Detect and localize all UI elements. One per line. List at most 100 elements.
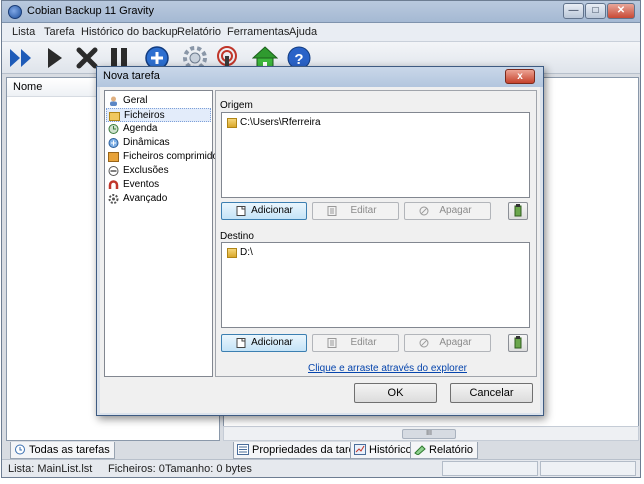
nav-label-dynamics: Dinâmicas: [123, 137, 170, 148]
destination-edit-label: Editar: [350, 337, 377, 348]
destination-tool-button[interactable]: [508, 334, 528, 352]
status-bar: Lista: MainList.lst Ficheiros: 0 Tamanho…: [2, 459, 640, 477]
dialog-body: Geral Ficheiros Agenda Dinâmicas Ficheir…: [100, 87, 540, 413]
dialog-title-bar[interactable]: Nova tarefa x: [97, 67, 543, 87]
history-icon: [354, 444, 366, 455]
delete-icon: [419, 206, 429, 216]
source-item-path: C:\Users\Rferreira: [240, 117, 321, 128]
nav-label-compressed-files: Ficheiros comprimidos: [123, 151, 224, 162]
nav-label-exclusions: Exclusões: [123, 165, 169, 176]
menu-lista[interactable]: Lista: [12, 26, 35, 38]
new-file-icon: [236, 206, 246, 216]
folder-icon: [227, 248, 237, 258]
title-bar[interactable]: Cobian Backup 11 Gravity — □ ✕: [2, 1, 640, 23]
nav-item-schedule[interactable]: Agenda: [106, 122, 211, 136]
window-title: Cobian Backup 11 Gravity: [27, 5, 154, 17]
menu-tarefa[interactable]: Tarefa: [44, 26, 75, 38]
status-size: Tamanho: 0 bytes: [165, 463, 252, 475]
source-add-button[interactable]: Adicionar: [221, 202, 307, 220]
nav-item-general[interactable]: Geral: [106, 94, 211, 108]
tab-all-tasks-label: Todas as tarefas: [29, 444, 110, 456]
new-task-dialog: Nova tarefa x Geral Ficheiros Agenda Din…: [96, 66, 544, 416]
run-all-icon[interactable]: [8, 45, 34, 71]
status-panel-1: [442, 461, 538, 476]
source-tool-button[interactable]: [508, 202, 528, 220]
nav-label-events: Eventos: [123, 179, 160, 190]
edit-icon: [327, 338, 337, 348]
left-tabs: Todas as tarefas: [6, 442, 220, 459]
tab-task-properties[interactable]: Propriedades da tarefa: [233, 442, 369, 459]
status-list: Lista: MainList.lst: [8, 463, 93, 475]
application: Cobian Backup 11 Gravity — □ ✕ Lista Tar…: [0, 0, 644, 484]
nav-item-compressed-files[interactable]: Ficheiros comprimidos: [106, 150, 223, 164]
menu-ferramentas[interactable]: Ferramentas: [227, 26, 289, 38]
source-list[interactable]: C:\Users\Rferreira: [221, 112, 530, 198]
destination-item-path: D:\: [240, 247, 253, 258]
tab-history[interactable]: Histórico: [350, 442, 417, 459]
horizontal-scrollbar[interactable]: III: [223, 426, 639, 441]
gear-icon: [108, 194, 119, 204]
dialog-nav-list: Geral Ficheiros Agenda Dinâmicas Ficheir…: [104, 90, 223, 377]
tab-all-tasks[interactable]: Todas as tarefas: [10, 442, 115, 459]
files-icon: [109, 111, 120, 121]
right-tabs: Propriedades da tarefa Histórico Relatór…: [223, 442, 639, 459]
dialog-title: Nova tarefa: [103, 70, 160, 82]
menu-bar: Lista Tarefa Histórico do backup Relatór…: [2, 23, 640, 42]
dynamics-icon: [108, 138, 119, 148]
tab-history-label: Histórico: [369, 444, 412, 456]
name-column-label: Nome: [13, 81, 43, 93]
maximize-button[interactable]: □: [585, 3, 606, 19]
nav-item-exclusions[interactable]: Exclusões: [106, 164, 211, 178]
tab-task-properties-label: Propriedades da tarefa: [252, 444, 364, 456]
nav-label-general: Geral: [123, 95, 148, 106]
archive-icon: [108, 152, 119, 162]
nav-item-advanced[interactable]: Avançado: [106, 192, 211, 206]
clock-icon: [14, 444, 26, 455]
destination-delete-button[interactable]: Apagar: [404, 334, 491, 352]
destination-item[interactable]: D:\: [227, 247, 253, 258]
nav-item-files[interactable]: Ficheiros: [106, 108, 211, 122]
close-button[interactable]: ✕: [607, 3, 635, 19]
files-settings-pane: Origem C:\Users\Rferreira Adicionar Edit…: [215, 90, 537, 377]
run-icon[interactable]: [42, 45, 68, 71]
tab-report[interactable]: Relatório: [410, 442, 479, 459]
explorer-drag-link[interactable]: Clique e arraste através do explorer: [308, 363, 467, 374]
exclusions-icon: [108, 166, 119, 176]
edit-icon: [327, 206, 337, 216]
status-panel-2: [540, 461, 636, 476]
destination-list[interactable]: D:\: [221, 242, 530, 328]
source-label: Origem: [220, 100, 253, 111]
scrollbar-thumb[interactable]: III: [402, 429, 456, 439]
report-icon: [414, 444, 426, 456]
new-file-icon: [236, 338, 246, 348]
delete-icon: [419, 338, 429, 348]
schedule-icon: [108, 124, 119, 134]
destination-edit-button[interactable]: Editar: [312, 334, 399, 352]
app-icon: [8, 5, 22, 19]
nav-label-advanced: Avançado: [123, 193, 168, 204]
tab-report-label: Relatório: [429, 444, 474, 456]
menu-relatorio[interactable]: Relatório: [177, 26, 221, 38]
general-icon: [108, 96, 119, 106]
source-edit-button[interactable]: Editar: [312, 202, 399, 220]
source-delete-button[interactable]: Apagar: [404, 202, 491, 220]
dialog-close-button[interactable]: x: [505, 69, 535, 84]
nav-label-files: Ficheiros: [124, 110, 165, 121]
nav-item-events[interactable]: Eventos: [106, 178, 211, 192]
folder-icon: [227, 118, 237, 128]
source-delete-label: Apagar: [439, 205, 472, 216]
source-edit-label: Editar: [350, 205, 377, 216]
source-item[interactable]: C:\Users\Rferreira: [227, 117, 321, 128]
magnet-icon: [108, 180, 119, 190]
minimize-button[interactable]: —: [563, 3, 584, 19]
status-files: Ficheiros: 0: [108, 463, 165, 475]
nav-item-dynamics[interactable]: Dinâmicas: [106, 136, 211, 150]
menu-ajuda[interactable]: Ajuda: [289, 26, 317, 38]
ok-button[interactable]: OK: [354, 383, 437, 403]
menu-historico[interactable]: Histórico do backup: [81, 26, 178, 38]
properties-icon: [237, 444, 249, 455]
destination-add-button[interactable]: Adicionar: [221, 334, 307, 352]
destination-delete-label: Apagar: [439, 337, 472, 348]
destination-label: Destino: [220, 231, 254, 242]
cancel-button[interactable]: Cancelar: [450, 383, 533, 403]
